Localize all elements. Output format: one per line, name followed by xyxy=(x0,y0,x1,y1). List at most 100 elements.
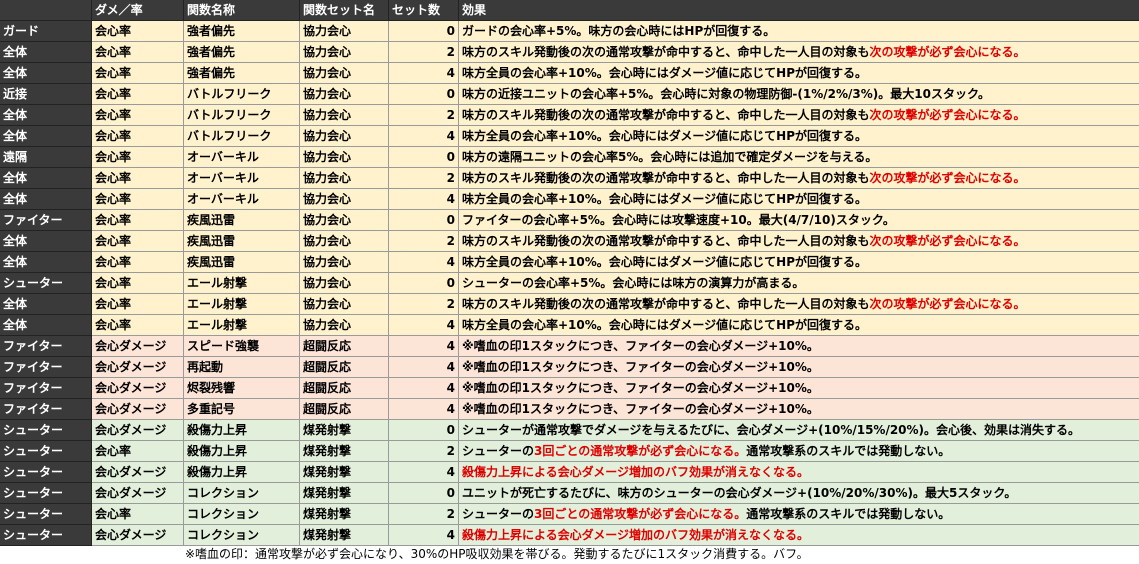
function-name-cell[interactable]: 疾風迅雷 xyxy=(184,210,300,231)
type-cell[interactable]: 会心率 xyxy=(92,315,184,336)
set-count-cell[interactable]: 4 xyxy=(389,525,459,546)
set-count-cell[interactable]: 4 xyxy=(389,252,459,273)
type-cell[interactable]: 会心率 xyxy=(92,42,184,63)
effect-cell[interactable]: 味方全員の会心率+10%。会心時にはダメージ値に応じてHPが回復する。 xyxy=(459,126,1139,147)
header-cell-effect[interactable]: 効果 xyxy=(459,0,1139,21)
category-cell[interactable]: 全体 xyxy=(0,294,92,315)
set-name-cell[interactable]: 煤発射撃 xyxy=(300,462,389,483)
effect-cell[interactable]: 味方全員の会心率+10%。会心時にはダメージ値に応じてHPが回復する。 xyxy=(459,315,1139,336)
type-cell[interactable]: 会心率 xyxy=(92,504,184,525)
category-cell[interactable]: ファイター xyxy=(0,210,92,231)
function-name-cell[interactable]: 強者偏先 xyxy=(184,63,300,84)
category-cell[interactable]: 全体 xyxy=(0,126,92,147)
category-cell[interactable]: 全体 xyxy=(0,63,92,84)
function-name-cell[interactable]: 殺傷力上昇 xyxy=(184,441,300,462)
type-cell[interactable]: 会心率 xyxy=(92,63,184,84)
set-count-cell[interactable]: 2 xyxy=(389,294,459,315)
effect-cell[interactable]: ガードの会心率+5%。味方の会心時にはHPが回復する。 xyxy=(459,21,1139,42)
type-cell[interactable]: 会心ダメージ xyxy=(92,483,184,504)
type-cell[interactable]: 会心率 xyxy=(92,210,184,231)
type-cell[interactable]: 会心率 xyxy=(92,231,184,252)
set-count-cell[interactable]: 0 xyxy=(389,210,459,231)
effect-cell[interactable]: 味方のスキル発動後の次の通常攻撃が命中すると、命中した一人目の対象も次の攻撃が必… xyxy=(459,294,1139,315)
set-count-cell[interactable]: 4 xyxy=(389,126,459,147)
function-name-cell[interactable]: エール射撃 xyxy=(184,273,300,294)
effect-cell[interactable]: 味方のスキル発動後の次の通常攻撃が命中すると、命中した一人目の対象も次の攻撃が必… xyxy=(459,168,1139,189)
function-name-cell[interactable]: バトルフリーク xyxy=(184,105,300,126)
effect-cell[interactable]: ユニットが死亡するたびに、味方のシューターの会心ダメージ+(10%/20%/30… xyxy=(459,483,1139,504)
set-name-cell[interactable]: 煤発射撃 xyxy=(300,504,389,525)
category-cell[interactable]: シューター xyxy=(0,441,92,462)
header-cell-name[interactable]: 関数名称 xyxy=(184,0,300,21)
category-cell[interactable]: シューター xyxy=(0,420,92,441)
type-cell[interactable]: 会心率 xyxy=(92,441,184,462)
effect-cell[interactable]: ファイターの会心率+5%。会心時には攻撃速度+10。最大(4/7/10)スタック… xyxy=(459,210,1139,231)
set-name-cell[interactable]: 超闘反応 xyxy=(300,399,389,420)
set-count-cell[interactable]: 2 xyxy=(389,42,459,63)
type-cell[interactable]: 会心率 xyxy=(92,126,184,147)
effect-cell[interactable]: 味方のスキル発動後の次の通常攻撃が命中すると、命中した一人目の対象も次の攻撃が必… xyxy=(459,231,1139,252)
function-name-cell[interactable]: バトルフリーク xyxy=(184,84,300,105)
effect-cell[interactable]: 味方全員の会心率+10%。会心時にはダメージ値に応じてHPが回復する。 xyxy=(459,189,1139,210)
set-count-cell[interactable]: 4 xyxy=(389,336,459,357)
category-cell[interactable]: 近接 xyxy=(0,84,92,105)
category-cell[interactable]: ファイター xyxy=(0,399,92,420)
category-cell[interactable]: ガード xyxy=(0,21,92,42)
set-name-cell[interactable]: 煤発射撃 xyxy=(300,420,389,441)
type-cell[interactable]: 会心ダメージ xyxy=(92,420,184,441)
category-cell[interactable]: 全体 xyxy=(0,252,92,273)
set-name-cell[interactable]: 協力会心 xyxy=(300,168,389,189)
set-count-cell[interactable]: 2 xyxy=(389,168,459,189)
type-cell[interactable]: 会心ダメージ xyxy=(92,378,184,399)
category-cell[interactable]: ファイター xyxy=(0,378,92,399)
set-name-cell[interactable]: 煤発射撃 xyxy=(300,525,389,546)
set-count-cell[interactable]: 4 xyxy=(389,462,459,483)
function-name-cell[interactable]: エール射撃 xyxy=(184,315,300,336)
type-cell[interactable]: 会心率 xyxy=(92,147,184,168)
function-name-cell[interactable]: バトルフリーク xyxy=(184,126,300,147)
function-name-cell[interactable]: オーバーキル xyxy=(184,147,300,168)
set-name-cell[interactable]: 協力会心 xyxy=(300,42,389,63)
type-cell[interactable]: 会心率 xyxy=(92,105,184,126)
effect-cell[interactable]: 味方の近接ユニットの会心率+5%。会心時に対象の物理防御-(1%/2%/3%)。… xyxy=(459,84,1139,105)
type-cell[interactable]: 会心率 xyxy=(92,168,184,189)
set-name-cell[interactable]: 協力会心 xyxy=(300,189,389,210)
set-name-cell[interactable]: 煤発射撃 xyxy=(300,483,389,504)
set-name-cell[interactable]: 協力会心 xyxy=(300,252,389,273)
header-cell-set[interactable]: 関数セット名 xyxy=(300,0,389,21)
type-cell[interactable]: 会心率 xyxy=(92,189,184,210)
effect-cell[interactable]: 味方のスキル発動後の次の通常攻撃が命中すると、命中した一人目の対象も次の攻撃が必… xyxy=(459,42,1139,63)
effect-cell[interactable]: シューターが通常攻撃でダメージを与えるたびに、会心ダメージ+(10%/15%/2… xyxy=(459,420,1139,441)
effect-cell[interactable]: 味方の遠隔ユニットの会心率5%。会心時には追加で確定ダメージを与える。 xyxy=(459,147,1139,168)
function-name-cell[interactable]: オーバーキル xyxy=(184,189,300,210)
function-name-cell[interactable]: オーバーキル xyxy=(184,168,300,189)
effect-cell[interactable]: ※嗜血の印1スタックにつき、ファイターの会心ダメージ+10%。 xyxy=(459,378,1139,399)
set-name-cell[interactable]: 協力会心 xyxy=(300,315,389,336)
category-cell[interactable]: 全体 xyxy=(0,231,92,252)
type-cell[interactable]: 会心ダメージ xyxy=(92,336,184,357)
effect-cell[interactable]: 殺傷力上昇による会心ダメージ増加のバフ効果が消えなくなる。 xyxy=(459,525,1139,546)
function-name-cell[interactable]: 多重記号 xyxy=(184,399,300,420)
function-name-cell[interactable]: エール射撃 xyxy=(184,294,300,315)
type-cell[interactable]: 会心ダメージ xyxy=(92,462,184,483)
category-cell[interactable]: シューター xyxy=(0,504,92,525)
effect-cell[interactable]: 味方のスキル発動後の次の通常攻撃が命中すると、命中した一人目の対象も次の攻撃が必… xyxy=(459,105,1139,126)
category-cell[interactable]: 全体 xyxy=(0,105,92,126)
function-name-cell[interactable]: 疾風迅雷 xyxy=(184,252,300,273)
set-name-cell[interactable]: 超闘反応 xyxy=(300,378,389,399)
type-cell[interactable]: 会心率 xyxy=(92,294,184,315)
set-count-cell[interactable]: 2 xyxy=(389,441,459,462)
set-name-cell[interactable]: 協力会心 xyxy=(300,273,389,294)
set-count-cell[interactable]: 4 xyxy=(389,399,459,420)
function-name-cell[interactable]: スピード強襲 xyxy=(184,336,300,357)
set-count-cell[interactable]: 2 xyxy=(389,231,459,252)
effect-cell[interactable]: ※嗜血の印1スタックにつき、ファイターの会心ダメージ+10%。 xyxy=(459,357,1139,378)
set-name-cell[interactable]: 協力会心 xyxy=(300,147,389,168)
type-cell[interactable]: 会心率 xyxy=(92,273,184,294)
header-cell-type[interactable]: ダメ／率 xyxy=(92,0,184,21)
effect-cell[interactable]: 味方全員の会心率+10%。会心時にはダメージ値に応じてHPが回復する。 xyxy=(459,252,1139,273)
function-name-cell[interactable]: 殺傷力上昇 xyxy=(184,462,300,483)
function-name-cell[interactable]: 殺傷力上昇 xyxy=(184,420,300,441)
function-name-cell[interactable]: コレクション xyxy=(184,483,300,504)
set-count-cell[interactable]: 4 xyxy=(389,378,459,399)
